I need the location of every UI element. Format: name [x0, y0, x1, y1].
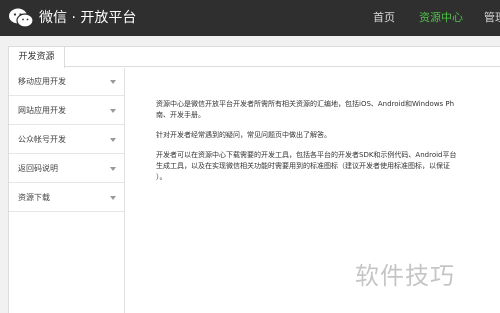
sidebar-item-official-account[interactable]: 公众帐号开发 [9, 126, 124, 154]
text-line: 针对开发者经常遇到的疑问，常见问题页中做出了解答。 [156, 131, 331, 139]
nav-manage[interactable]: 管理 [484, 10, 500, 26]
text-line: 开发者可以在资源中心下载需要的开发工具，包括各平台的开发者SDK和示例代码、An… [156, 151, 457, 159]
nav-home[interactable]: 首页 [373, 10, 395, 26]
text-line: ）。 [156, 173, 167, 181]
faq-paragraph: 针对开发者经常遇到的疑问，常见问题页中做出了解答。 [156, 130, 500, 141]
resource-description: 资源中心是微信开放平台开发者所需所有相关资源的汇编地，包括iOS、Android… [156, 99, 500, 192]
nav-resource-center[interactable]: 资源中心 [419, 10, 463, 26]
chevron-down-icon [110, 80, 116, 84]
text-line: 南、开发手册。 [156, 111, 205, 119]
sidebar-item-website-app[interactable]: 网站应用开发 [9, 97, 124, 125]
chevron-down-icon [110, 109, 116, 113]
text-line: 生成工具，以及在实现微信相关功能时需要用到的标准图标（建议开发者使用标准图标，以… [156, 162, 450, 170]
chevron-down-icon [110, 196, 116, 200]
sidebar-item-return-codes[interactable]: 返回码说明 [9, 155, 124, 183]
sidebar-item-label: 公众帐号开发 [18, 135, 66, 144]
platform-title[interactable]: 微信 · 开放平台 [39, 8, 136, 28]
watermark: 软件技巧 [355, 262, 455, 290]
tab-bar: 开发资源 [9, 47, 500, 68]
sidebar: 移动应用开发 网站应用开发 公众帐号开发 返回码说明 资源下载 [9, 68, 125, 313]
chevron-down-icon [110, 138, 116, 142]
intro-paragraph: 资源中心是微信开放平台开发者所需所有相关资源的汇编地，包括iOS、Android… [156, 99, 500, 121]
chevron-down-icon [110, 167, 116, 171]
sidebar-item-label: 网站应用开发 [18, 106, 66, 115]
tab-dev-resources[interactable]: 开发资源 [9, 47, 65, 68]
text-line: 资源中心是微信开放平台开发者所需所有相关资源的汇编地，包括iOS、Android… [156, 100, 455, 108]
sidebar-item-downloads[interactable]: 资源下载 [9, 184, 124, 212]
sidebar-item-mobile-app[interactable]: 移动应用开发 [9, 68, 124, 96]
wechat-logo-icon [9, 8, 34, 28]
sidebar-item-label: 资源下载 [18, 193, 50, 202]
download-paragraph: 开发者可以在资源中心下载需要的开发工具，包括各平台的开发者SDK和示例代码、An… [156, 150, 500, 183]
sidebar-item-label: 返回码说明 [18, 164, 58, 173]
top-navbar: 微信 · 开放平台 首页 资源中心 管理 [0, 0, 500, 36]
sidebar-item-label: 移动应用开发 [18, 77, 66, 86]
